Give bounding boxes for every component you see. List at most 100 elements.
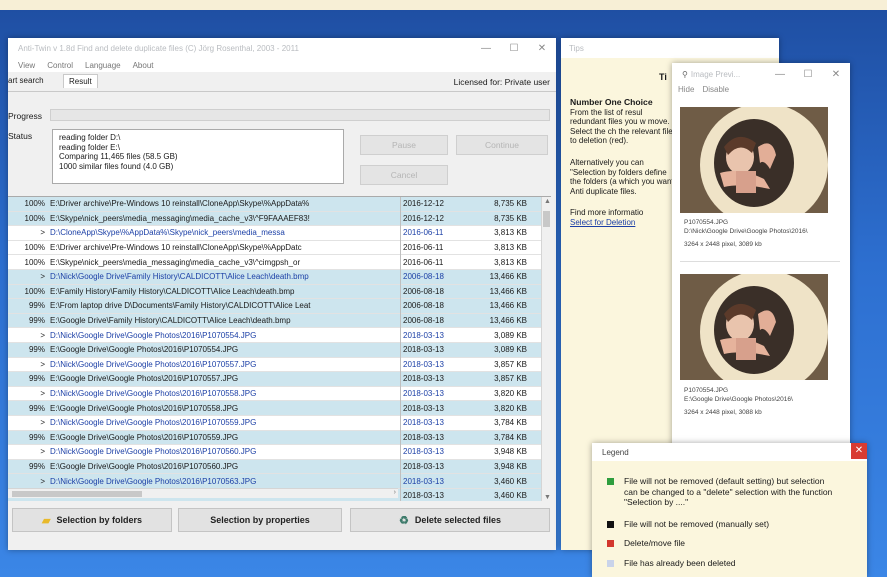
date-cell: 2018-03-13 <box>403 462 444 472</box>
menu-control[interactable]: Control <box>47 61 73 70</box>
file-path-cell: E:\Google Drive\Google Photos\2016\P1070… <box>50 462 239 472</box>
recycle-bin-icon: ♻ <box>399 514 409 527</box>
delete-selected-files-button[interactable]: ♻ Delete selected files <box>350 508 550 532</box>
legend-titlebar[interactable]: Legend ✕ <box>592 443 867 461</box>
table-row[interactable]: > D:\Nick\Google Drive\Google Photos\2016… <box>8 358 541 373</box>
table-row[interactable]: 100% E:\Driver archive\Pre-Windows 10 rei… <box>8 241 541 256</box>
scroll-down-icon[interactable]: ▼ <box>544 494 551 501</box>
match-percent-cell: > <box>40 330 45 340</box>
date-cell: 2016-06-11 <box>403 228 444 238</box>
file-path-cell: D:\Nick\Google Drive\Google Photos\2016\… <box>50 330 257 340</box>
tips-titlebar[interactable]: Tips <box>561 38 779 58</box>
tab-result[interactable]: Result <box>63 74 98 88</box>
date-cell: 2018-03-13 <box>403 403 444 413</box>
selection-by-folders-button[interactable]: ▰ Selection by folders <box>12 508 172 532</box>
preview-titlebar[interactable]: ⚲ Image Previ... — ☐ ✕ <box>672 63 850 85</box>
date-cell: 2018-03-13 <box>403 447 444 457</box>
size-cell: 3,089 KB <box>494 345 527 355</box>
scroll-up-icon[interactable]: ▲ <box>544 198 551 205</box>
main-titlebar[interactable]: Anti-Twin v 1.8d Find and delete duplica… <box>8 38 556 58</box>
file-path-cell: E:\Google Drive\Google Photos\2016\P1070… <box>50 403 239 413</box>
status-line: reading folder E:\ <box>59 142 120 152</box>
horizontal-scrollbar[interactable]: › <box>8 488 398 498</box>
file-path-cell: D:\Nick\Google Drive\Google Photos\2016\… <box>50 389 257 399</box>
table-row[interactable]: > D:\Nick\Google Drive\Google Photos\2016… <box>8 416 541 431</box>
menu-view[interactable]: View <box>18 61 35 70</box>
scroll-right-icon[interactable]: › <box>394 489 396 496</box>
file-path-cell: E:\Google Drive\Google Photos\2016\P1070… <box>50 432 239 442</box>
size-cell: 3,460 KB <box>494 476 527 486</box>
hscroll-thumb[interactable] <box>12 491 142 497</box>
pause-button[interactable]: Pause <box>360 135 448 155</box>
preview-menu: Hide Disable <box>672 85 850 97</box>
table-row[interactable]: > D:\Nick\Google Drive\Family History\CAL… <box>8 270 541 285</box>
table-row[interactable]: > D:\Nick\Google Drive\Google Photos\2016… <box>8 474 541 489</box>
table-row[interactable]: 99% E:\Google Drive\Google Photos\2016\P1… <box>8 459 541 475</box>
table-row[interactable]: 100% E:\Driver archive\Pre-Windows 10 rei… <box>8 197 541 212</box>
size-cell: 3,813 KB <box>494 243 527 253</box>
match-percent-cell: 99% <box>28 345 45 355</box>
selection-by-properties-button[interactable]: Selection by properties <box>178 508 342 532</box>
close-icon[interactable]: ✕ <box>822 69 850 80</box>
close-icon[interactable]: ✕ <box>528 43 556 54</box>
match-percent-cell: 99% <box>28 374 45 384</box>
minimize-icon[interactable]: — <box>766 69 794 80</box>
tips-body: Number One Choice From the list of resul… <box>570 97 680 228</box>
tab-start-search[interactable]: art search <box>8 76 44 85</box>
legend-item-manual: File will not be removed (manually set) <box>607 519 769 530</box>
table-row[interactable]: > D:\Nick\Google Drive\Google Photos\2016… <box>8 387 541 402</box>
legend-item-delete: Delete/move file <box>607 538 685 549</box>
status-label: Status <box>8 131 33 141</box>
size-cell: 3,857 KB <box>494 359 527 369</box>
tips-title: Tips <box>569 43 584 53</box>
date-cell: 2018-03-13 <box>403 389 444 399</box>
legend-item-deleted: File has already been deleted <box>607 558 736 569</box>
table-row[interactable]: 100% E:\Skype\nick_peers\media_messaging\… <box>8 255 541 270</box>
maximize-icon[interactable]: ☐ <box>500 43 528 54</box>
tips-bold-heading: Number One Choice <box>570 97 653 107</box>
cancel-button[interactable]: Cancel <box>360 165 448 185</box>
table-row[interactable]: > D:\Nick\Google Drive\Google Photos\2016… <box>8 328 541 343</box>
match-percent-cell: > <box>40 418 45 428</box>
minimize-icon[interactable]: — <box>472 43 500 54</box>
results-grid[interactable]: 2018-03-13 3,460 KB > D:\Nick\Google Drive\… <box>8 196 551 501</box>
image-preview-window: ⚲ Image Previ... — ☐ ✕ Hide Disable P107… <box>672 63 850 448</box>
table-row[interactable]: 100% E:\Family History\Family History\CAL… <box>8 284 541 300</box>
tabs-bar: art search Result Licensed for: Private … <box>8 72 556 92</box>
size-cell: 3,784 KB <box>494 418 527 428</box>
table-row[interactable]: > D:\CloneApp\Skype\%AppData%\Skype\nick_… <box>8 226 541 241</box>
preview-title: Image Previ... <box>690 69 741 79</box>
continue-button[interactable]: Continue <box>456 135 548 155</box>
table-row[interactable]: 99% E:\Google Drive\Family History\CALDIC… <box>8 313 541 329</box>
menubar: View Control Language About <box>8 58 556 72</box>
table-row[interactable]: 99% E:\From laptop drive D\Documents\Fami… <box>8 299 541 314</box>
close-icon[interactable]: ✕ <box>851 443 867 459</box>
file-path-cell: D:\Nick\Google Drive\Google Photos\2016\… <box>50 476 257 486</box>
file-path-cell: E:\Skype\nick_peers\media_messaging\medi… <box>50 257 301 267</box>
table-row[interactable]: 99% E:\Google Drive\Google Photos\2016\P1… <box>8 343 541 358</box>
menu-language[interactable]: Language <box>85 61 121 70</box>
menu-about[interactable]: About <box>133 61 154 70</box>
table-row[interactable]: 99% E:\Google Drive\Google Photos\2016\P1… <box>8 372 541 387</box>
match-percent-cell: > <box>40 476 45 486</box>
scroll-thumb[interactable] <box>543 211 550 227</box>
table-row[interactable]: 99% E:\Google Drive\Google Photos\2016\P1… <box>8 401 541 416</box>
match-percent-cell: 99% <box>28 403 45 413</box>
column-separator <box>400 197 401 501</box>
select-for-deletion-link[interactable]: Select for Deletion <box>570 218 680 228</box>
preview-hide[interactable]: Hide <box>678 85 694 97</box>
file-path-cell: D:\Nick\Google Drive\Google Photos\2016\… <box>50 418 257 428</box>
table-row[interactable]: 99% E:\Google Drive\Google Photos\2016\P1… <box>8 430 541 446</box>
preview-image-1 <box>680 107 828 213</box>
status-line: Comparing 11,465 files (58.5 GB) <box>59 152 178 161</box>
preview-dimensions: 3264 x 2448 pixel, 3089 kb <box>684 241 762 248</box>
file-path-cell: E:\From laptop drive D\Documents\Family … <box>50 301 311 311</box>
date-cell: 2016-12-12 <box>403 213 444 223</box>
green-square-icon <box>607 478 614 485</box>
table-row[interactable]: > D:\Nick\Google Drive\Google Photos\2016… <box>8 445 541 460</box>
vertical-scrollbar[interactable]: ▲ ▼ <box>541 197 551 501</box>
table-row[interactable]: 100% E:\Skype\nick_peers\media_messaging\… <box>8 211 541 227</box>
file-path-cell: E:\Family History\Family History\CALDICO… <box>50 286 295 296</box>
maximize-icon[interactable]: ☐ <box>794 69 822 80</box>
preview-disable[interactable]: Disable <box>702 85 729 97</box>
